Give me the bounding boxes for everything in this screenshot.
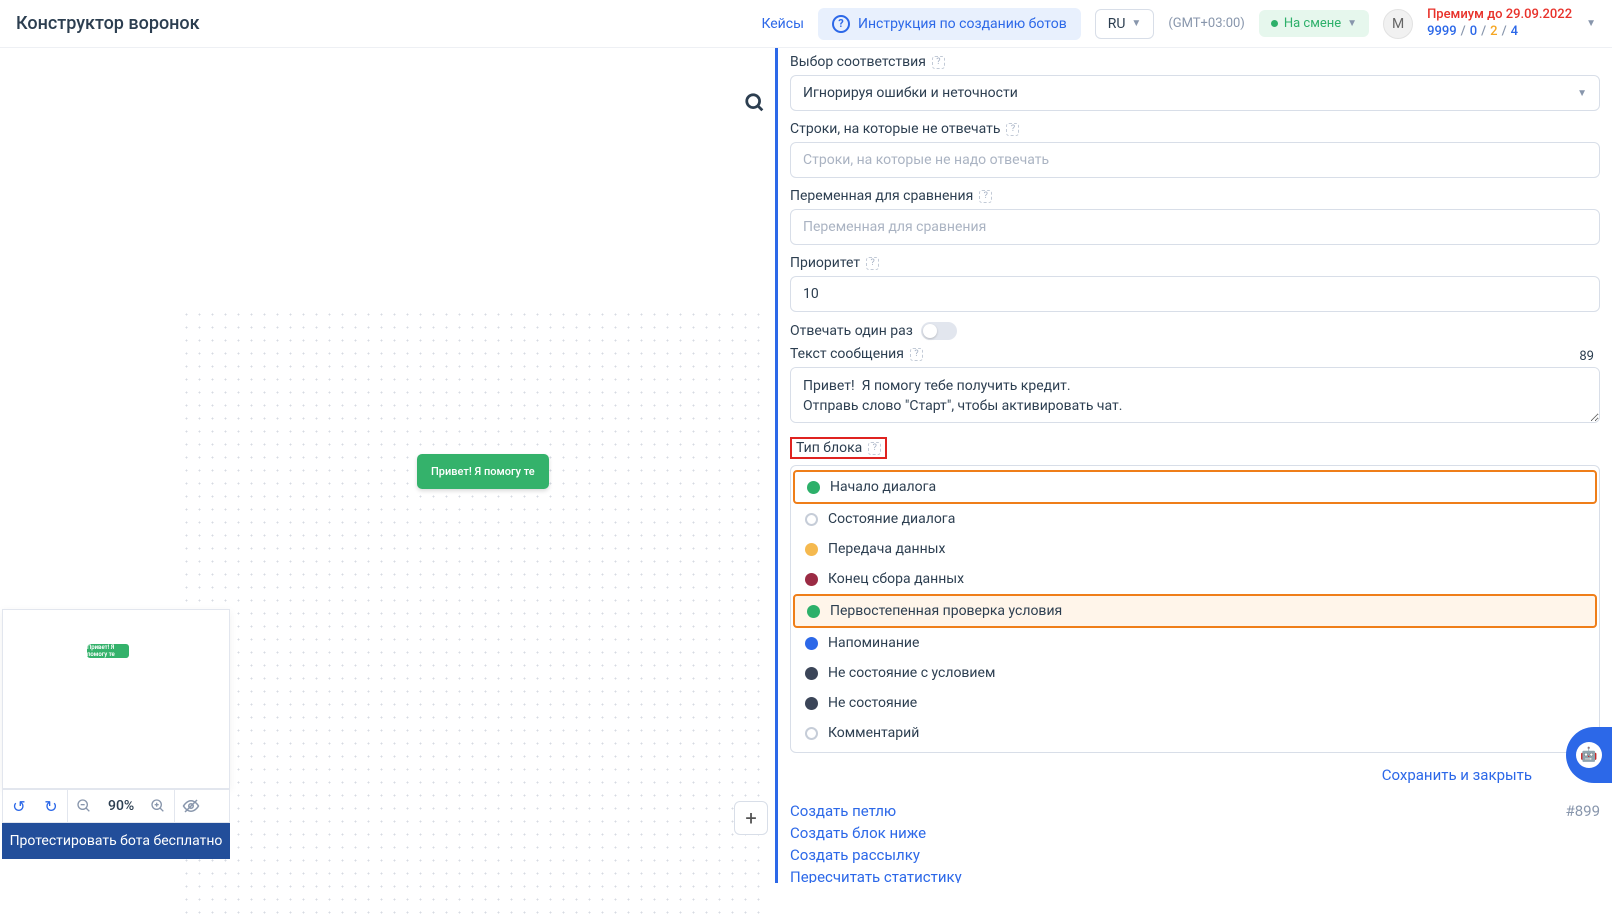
help-icon[interactable]: ? [979, 190, 992, 203]
message-text-label: Текст сообщения [790, 346, 904, 362]
canvas-grid: Привет! Я помогу те [180, 308, 765, 918]
match-select[interactable]: Игнорируя ошибки и неточности ▼ [790, 75, 1600, 111]
counter-a: 9999 [1427, 24, 1457, 41]
match-value: Игнорируя ошибки и неточности [803, 85, 1018, 101]
message-textarea[interactable] [790, 367, 1600, 423]
block-type-option[interactable]: Не состояние [793, 688, 1597, 718]
record-id: #899 [1565, 802, 1600, 820]
avatar[interactable]: М [1383, 9, 1413, 39]
block-type-option-label: Напоминание [828, 635, 919, 651]
language-select[interactable]: RU ▼ [1095, 9, 1155, 39]
language-value: RU [1108, 16, 1126, 32]
chevron-down-icon[interactable]: ▼ [1586, 18, 1596, 29]
bot-icon: 🤖 [1576, 742, 1602, 768]
ignore-lines-input[interactable] [790, 142, 1600, 178]
block-type-label: Тип блока [796, 440, 862, 456]
block-type-option-label: Передача данных [828, 541, 946, 557]
top-bar-right: Кейсы ? Инструкция по созданию ботов RU … [761, 7, 1596, 41]
minimap[interactable]: Привет! Я помогу те [2, 609, 230, 789]
minimap-node: Привет! Я помогу те [87, 644, 129, 658]
search-icon[interactable] [744, 92, 766, 118]
counter-b: 0 [1470, 24, 1477, 41]
compare-var-input[interactable] [790, 209, 1600, 245]
status-label: На смене [1284, 16, 1341, 31]
block-type-option-label: Не состояние с условием [828, 665, 995, 681]
test-bot-button[interactable]: Протестировать бота бесплатно [2, 823, 230, 859]
instruction-button[interactable]: ? Инструкция по созданию ботов [818, 8, 1081, 40]
undo-button[interactable]: ↺ [3, 790, 35, 822]
status-dot-icon [1271, 20, 1278, 27]
counter-c: 2 [1490, 24, 1497, 41]
block-type-option-label: Начало диалога [830, 479, 936, 495]
zoom-in-button[interactable] [142, 790, 174, 822]
answer-once-toggle[interactable] [921, 322, 957, 340]
block-type-list: Начало диалога Состояние диалога Передача … [790, 465, 1600, 753]
counters: 9999 / 0 / 2 / 4 [1427, 24, 1572, 41]
side-panel: Выбор соответствия? Игнорируя ошибки и н… [775, 48, 1612, 883]
footer-links: Создать петлю #899 Создать блок ниже Соз… [790, 802, 1600, 883]
block-type-option[interactable]: Передача данных [793, 534, 1597, 564]
block-type-option-label: Не состояние [828, 695, 917, 711]
match-label: Выбор соответствия [790, 54, 926, 70]
premium-until: Премиум до 29.09.2022 [1427, 7, 1572, 24]
block-type-option-label: Комментарий [828, 725, 919, 741]
block-type-option[interactable]: Не состояние с условием [793, 658, 1597, 688]
canvas-tools: ↺ ↻ 90% [2, 789, 230, 823]
radio-icon [805, 513, 818, 526]
redo-button[interactable]: ↻ [35, 790, 67, 822]
page-title: Конструктор воронок [16, 13, 200, 34]
block-type-option[interactable]: Состояние диалога [793, 504, 1597, 534]
cases-link[interactable]: Кейсы [761, 16, 804, 32]
counter-d: 4 [1511, 24, 1518, 41]
block-type-option[interactable]: Конец сбора данных [793, 564, 1597, 594]
premium-block: Премиум до 29.09.2022 9999 / 0 / 2 / 4 [1427, 7, 1572, 41]
block-type-option-label: Конец сбора данных [828, 571, 964, 587]
status-pill[interactable]: На смене ▼ [1259, 10, 1369, 37]
zoom-level: 90% [100, 798, 142, 814]
block-type-option-label: Первостепенная проверка условия [830, 603, 1062, 619]
radio-icon [805, 573, 818, 586]
help-icon[interactable]: ? [1006, 123, 1019, 136]
block-type-option[interactable]: Начало диалога [793, 470, 1597, 504]
block-type-option-label: Состояние диалога [828, 511, 955, 527]
radio-icon [805, 637, 818, 650]
radio-icon [805, 667, 818, 680]
char-count: 89 [1579, 349, 1594, 364]
help-icon[interactable]: ? [866, 257, 879, 270]
block-type-option[interactable]: Первостепенная проверка условия [793, 594, 1597, 628]
create-block-below-link[interactable]: Создать блок ниже [790, 824, 1600, 842]
ignore-lines-label: Строки, на которые не отвечать [790, 121, 1000, 137]
radio-icon [807, 481, 820, 494]
radio-icon [805, 543, 818, 556]
answer-once-label: Отвечать один раз [790, 323, 913, 339]
compare-var-label: Переменная для сравнения [790, 188, 973, 204]
chevron-down-icon: ▼ [1131, 18, 1141, 29]
help-icon[interactable]: ? [932, 56, 945, 69]
visibility-toggle-button[interactable] [175, 790, 207, 822]
block-type-option[interactable]: Комментарий [793, 718, 1597, 748]
recalc-stats-link[interactable]: Пересчитать статистику [790, 868, 1600, 883]
help-icon[interactable]: ? [910, 348, 923, 361]
radio-icon [805, 727, 818, 740]
canvas-node[interactable]: Привет! Я помогу те [417, 454, 549, 489]
help-icon[interactable]: ? [868, 442, 881, 455]
priority-input[interactable] [790, 276, 1600, 312]
instruction-label: Инструкция по созданию ботов [858, 16, 1067, 32]
workspace: Привет! Я помогу те Привет! Я помогу те … [0, 48, 1612, 883]
chevron-down-icon: ▼ [1577, 88, 1587, 99]
block-type-option[interactable]: Напоминание [793, 628, 1597, 658]
create-mailing-link[interactable]: Создать рассылку [790, 846, 1600, 864]
radio-icon [805, 697, 818, 710]
timezone-label: (GMT+03:00) [1168, 16, 1245, 31]
save-close-button[interactable]: Сохранить и закрыть [1382, 766, 1532, 784]
radio-icon [807, 605, 820, 618]
top-bar: Конструктор воронок Кейсы ? Инструкция п… [0, 0, 1612, 48]
help-icon: ? [832, 15, 850, 33]
chevron-down-icon: ▼ [1347, 18, 1357, 29]
create-loop-link[interactable]: Создать петлю [790, 802, 896, 820]
priority-label: Приоритет [790, 255, 860, 271]
zoom-out-button[interactable] [68, 790, 100, 822]
add-block-button[interactable]: + [734, 801, 768, 835]
